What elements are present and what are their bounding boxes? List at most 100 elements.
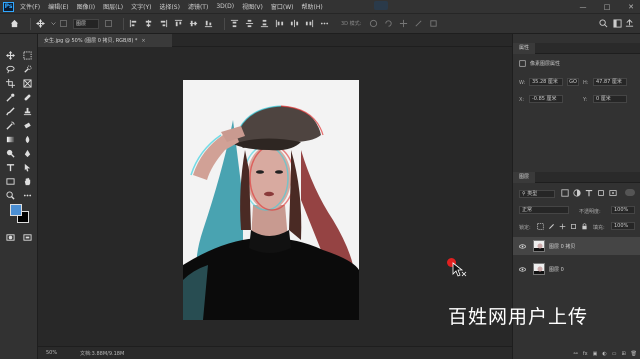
3d-scale-icon[interactable] — [429, 19, 438, 28]
layer-filter-dropdown[interactable]: ⚲ 类型 — [519, 190, 555, 198]
lock-artboard-icon[interactable] — [570, 223, 577, 230]
quick-select-tool[interactable] — [21, 64, 33, 75]
filter-pixel-icon[interactable] — [561, 189, 569, 197]
menu-file[interactable]: 文件(F) — [20, 2, 40, 11]
lasso-tool[interactable] — [4, 64, 16, 75]
frame-tool[interactable] — [21, 78, 33, 89]
filter-toggle[interactable] — [625, 189, 635, 196]
filter-adjust-icon[interactable] — [573, 189, 581, 197]
canvas-area[interactable] — [38, 47, 512, 346]
more-options-icon[interactable] — [320, 19, 329, 28]
auto-select-checkbox[interactable] — [60, 20, 67, 27]
rectangle-tool[interactable] — [4, 176, 16, 187]
zoom-level[interactable]: 50% — [46, 350, 70, 356]
new-group-icon[interactable]: ▭ — [612, 351, 617, 357]
menu-edit[interactable]: 编辑(E) — [48, 2, 68, 11]
workspace-icon[interactable] — [613, 19, 622, 28]
search-icon[interactable] — [599, 19, 608, 28]
filter-shape-icon[interactable] — [597, 189, 605, 197]
eye-icon[interactable] — [517, 266, 527, 272]
minimize-icon[interactable]: — — [578, 2, 588, 12]
distribute-center-icon[interactable] — [290, 19, 299, 28]
tab-layers[interactable]: 图层 — [513, 172, 536, 183]
path-select-tool[interactable] — [21, 162, 33, 173]
menu-filter[interactable]: 滤镜(T) — [188, 2, 208, 11]
hand-tool[interactable] — [21, 176, 33, 187]
lock-pixels-icon[interactable] — [537, 223, 544, 230]
link-dimensions-icon[interactable]: GO — [567, 78, 579, 86]
opacity-field[interactable]: 100% — [611, 206, 635, 214]
align-right-icon[interactable] — [159, 19, 168, 28]
dodge-tool[interactable] — [4, 148, 16, 159]
screen-mode-icon[interactable] — [21, 232, 33, 243]
3d-roll-icon[interactable] — [384, 19, 393, 28]
3d-slide-icon[interactable] — [414, 19, 423, 28]
gradient-tool[interactable] — [4, 134, 16, 145]
fill-field[interactable]: 100% — [611, 222, 635, 230]
filter-type-icon[interactable] — [585, 189, 593, 197]
menu-select[interactable]: 选择(S) — [159, 2, 180, 11]
eyedropper-tool[interactable] — [4, 92, 16, 103]
align-middle-icon[interactable] — [189, 19, 198, 28]
auto-select-dropdown[interactable]: 图层 — [73, 18, 99, 29]
align-bottom-icon[interactable] — [204, 19, 213, 28]
layer-row[interactable]: 图层 0 拷贝 — [513, 237, 640, 255]
foreground-color-swatch[interactable] — [10, 204, 22, 216]
lock-position-icon[interactable] — [559, 223, 566, 230]
distribute-bottom-icon[interactable] — [260, 19, 269, 28]
brush-tool[interactable] — [4, 106, 16, 117]
more-tools-icon[interactable] — [21, 190, 33, 201]
width-field[interactable]: 35.28 厘米 — [529, 78, 563, 86]
crop-tool[interactable] — [4, 78, 16, 89]
align-center-icon[interactable] — [144, 19, 153, 28]
close-icon[interactable]: ✕ — [626, 2, 636, 12]
new-layer-icon[interactable]: ⊞ — [621, 351, 625, 357]
align-top-icon[interactable] — [174, 19, 183, 28]
blur-tool[interactable] — [21, 134, 33, 145]
eraser-tool[interactable] — [21, 120, 33, 131]
document-tab[interactable]: 女生.jpg @ 50% (图层 0 拷贝, RGB/8) * × — [38, 34, 172, 47]
document-image[interactable] — [183, 80, 359, 320]
move-tool[interactable] — [4, 50, 16, 61]
type-tool[interactable] — [4, 162, 16, 173]
chevron-down-icon[interactable] — [51, 19, 56, 28]
link-layers-icon[interactable]: ⚯ — [574, 351, 578, 357]
y-field[interactable]: 0 厘米 — [593, 95, 627, 103]
height-field[interactable]: 47.87 厘米 — [593, 78, 627, 86]
3d-orbit-icon[interactable] — [369, 19, 378, 28]
close-tab-icon[interactable]: × — [141, 38, 145, 44]
filter-smart-icon[interactable] — [609, 189, 617, 197]
pen-tool[interactable] — [21, 148, 33, 159]
eye-icon[interactable] — [517, 243, 527, 249]
clone-stamp-tool[interactable] — [21, 106, 33, 117]
tab-properties[interactable]: 属性 — [513, 43, 536, 54]
document-size[interactable]: 文档:3.88M/9.18M — [80, 350, 124, 357]
menu-window[interactable]: 窗口(W) — [271, 2, 294, 11]
menu-help[interactable]: 帮助(H) — [302, 2, 323, 11]
lock-paint-icon[interactable] — [548, 223, 555, 230]
menu-image[interactable]: 图像(I) — [77, 2, 95, 11]
home-icon[interactable] — [10, 19, 19, 28]
move-tool-icon[interactable] — [36, 19, 45, 28]
distribute-middle-icon[interactable] — [245, 19, 254, 28]
layer-row[interactable]: 图层 0 — [513, 260, 640, 278]
quick-mask-icon[interactable] — [4, 232, 16, 243]
maximize-icon[interactable]: □ — [602, 2, 612, 12]
share-icon[interactable] — [625, 19, 634, 28]
blend-mode-dropdown[interactable]: 正常 — [519, 206, 569, 214]
distribute-right-icon[interactable] — [305, 19, 314, 28]
lock-all-icon[interactable] — [581, 223, 588, 230]
3d-pan-icon[interactable] — [399, 19, 408, 28]
menu-layer[interactable]: 图层(L) — [103, 2, 123, 11]
fx-icon[interactable]: fx — [583, 351, 588, 357]
history-brush-tool[interactable] — [4, 120, 16, 131]
transform-controls-checkbox[interactable] — [105, 20, 112, 27]
trash-icon[interactable]: 🗑 — [631, 351, 637, 357]
distribute-top-icon[interactable] — [230, 19, 239, 28]
menu-type[interactable]: 文字(Y) — [131, 2, 151, 11]
adjustment-layer-icon[interactable]: ◐ — [602, 351, 606, 357]
menu-view[interactable]: 视图(V) — [242, 2, 263, 11]
zoom-tool[interactable] — [4, 190, 16, 201]
menu-3d[interactable]: 3D(D) — [216, 3, 234, 10]
add-mask-icon[interactable]: ▣ — [593, 351, 598, 357]
